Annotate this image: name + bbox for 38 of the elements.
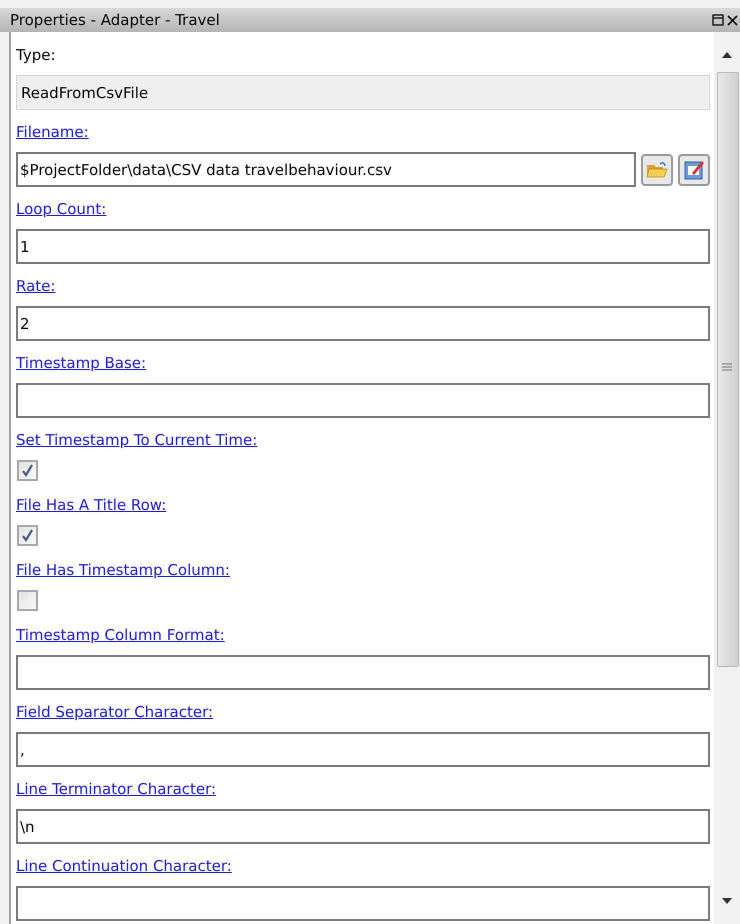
readonly-field[interactable]: ReadFromCsvFile <box>16 75 710 110</box>
input-field[interactable] <box>16 886 710 921</box>
checkmark-icon <box>21 529 34 542</box>
input-field[interactable]: 2 <box>16 306 710 341</box>
property-link[interactable]: Loop Count: <box>16 199 106 219</box>
property-link[interactable]: Line Continuation Character: <box>16 856 232 876</box>
checkbox[interactable] <box>17 590 38 611</box>
edit-button[interactable] <box>678 154 710 186</box>
property-link[interactable]: Rate: <box>16 276 56 296</box>
checkbox[interactable] <box>17 525 38 546</box>
close-icon[interactable] <box>727 14 738 26</box>
input-field[interactable]: 1 <box>16 229 710 264</box>
restore-icon[interactable] <box>712 14 724 26</box>
browse-button[interactable] <box>641 154 673 186</box>
property-label: Type: <box>16 45 56 65</box>
checkmark-icon <box>21 464 34 477</box>
property-link[interactable]: File Has A Title Row: <box>16 495 166 515</box>
scrollbar[interactable] <box>714 32 740 924</box>
property-link[interactable]: Field Separator Character: <box>16 702 214 722</box>
checkbox[interactable] <box>17 460 38 481</box>
input-field[interactable]: , <box>16 732 710 767</box>
grip-icon <box>722 363 732 371</box>
folder-icon <box>646 160 668 178</box>
window-title: Properties - Adapter - Travel <box>10 10 220 30</box>
property-link[interactable]: Filename: <box>16 122 89 142</box>
scroll-up-icon[interactable] <box>722 52 732 58</box>
property-link[interactable]: Set Timestamp To Current Time: <box>16 430 258 450</box>
input-field[interactable] <box>16 383 710 418</box>
property-link[interactable]: Timestamp Base: <box>16 353 146 373</box>
scrollbar-thumb[interactable] <box>717 72 739 667</box>
input-field[interactable]: \n <box>16 809 710 844</box>
input-field[interactable] <box>16 655 710 690</box>
property-link[interactable]: Timestamp Column Format: <box>16 625 225 645</box>
property-link[interactable]: File Has Timestamp Column: <box>16 560 230 580</box>
input-field[interactable]: $ProjectFolder\data\CSV data travelbehaviour.csv <box>16 152 636 187</box>
scroll-down-icon[interactable] <box>722 898 732 904</box>
edit-form-icon <box>683 158 705 180</box>
property-link[interactable]: Line Terminator Character: <box>16 779 216 799</box>
